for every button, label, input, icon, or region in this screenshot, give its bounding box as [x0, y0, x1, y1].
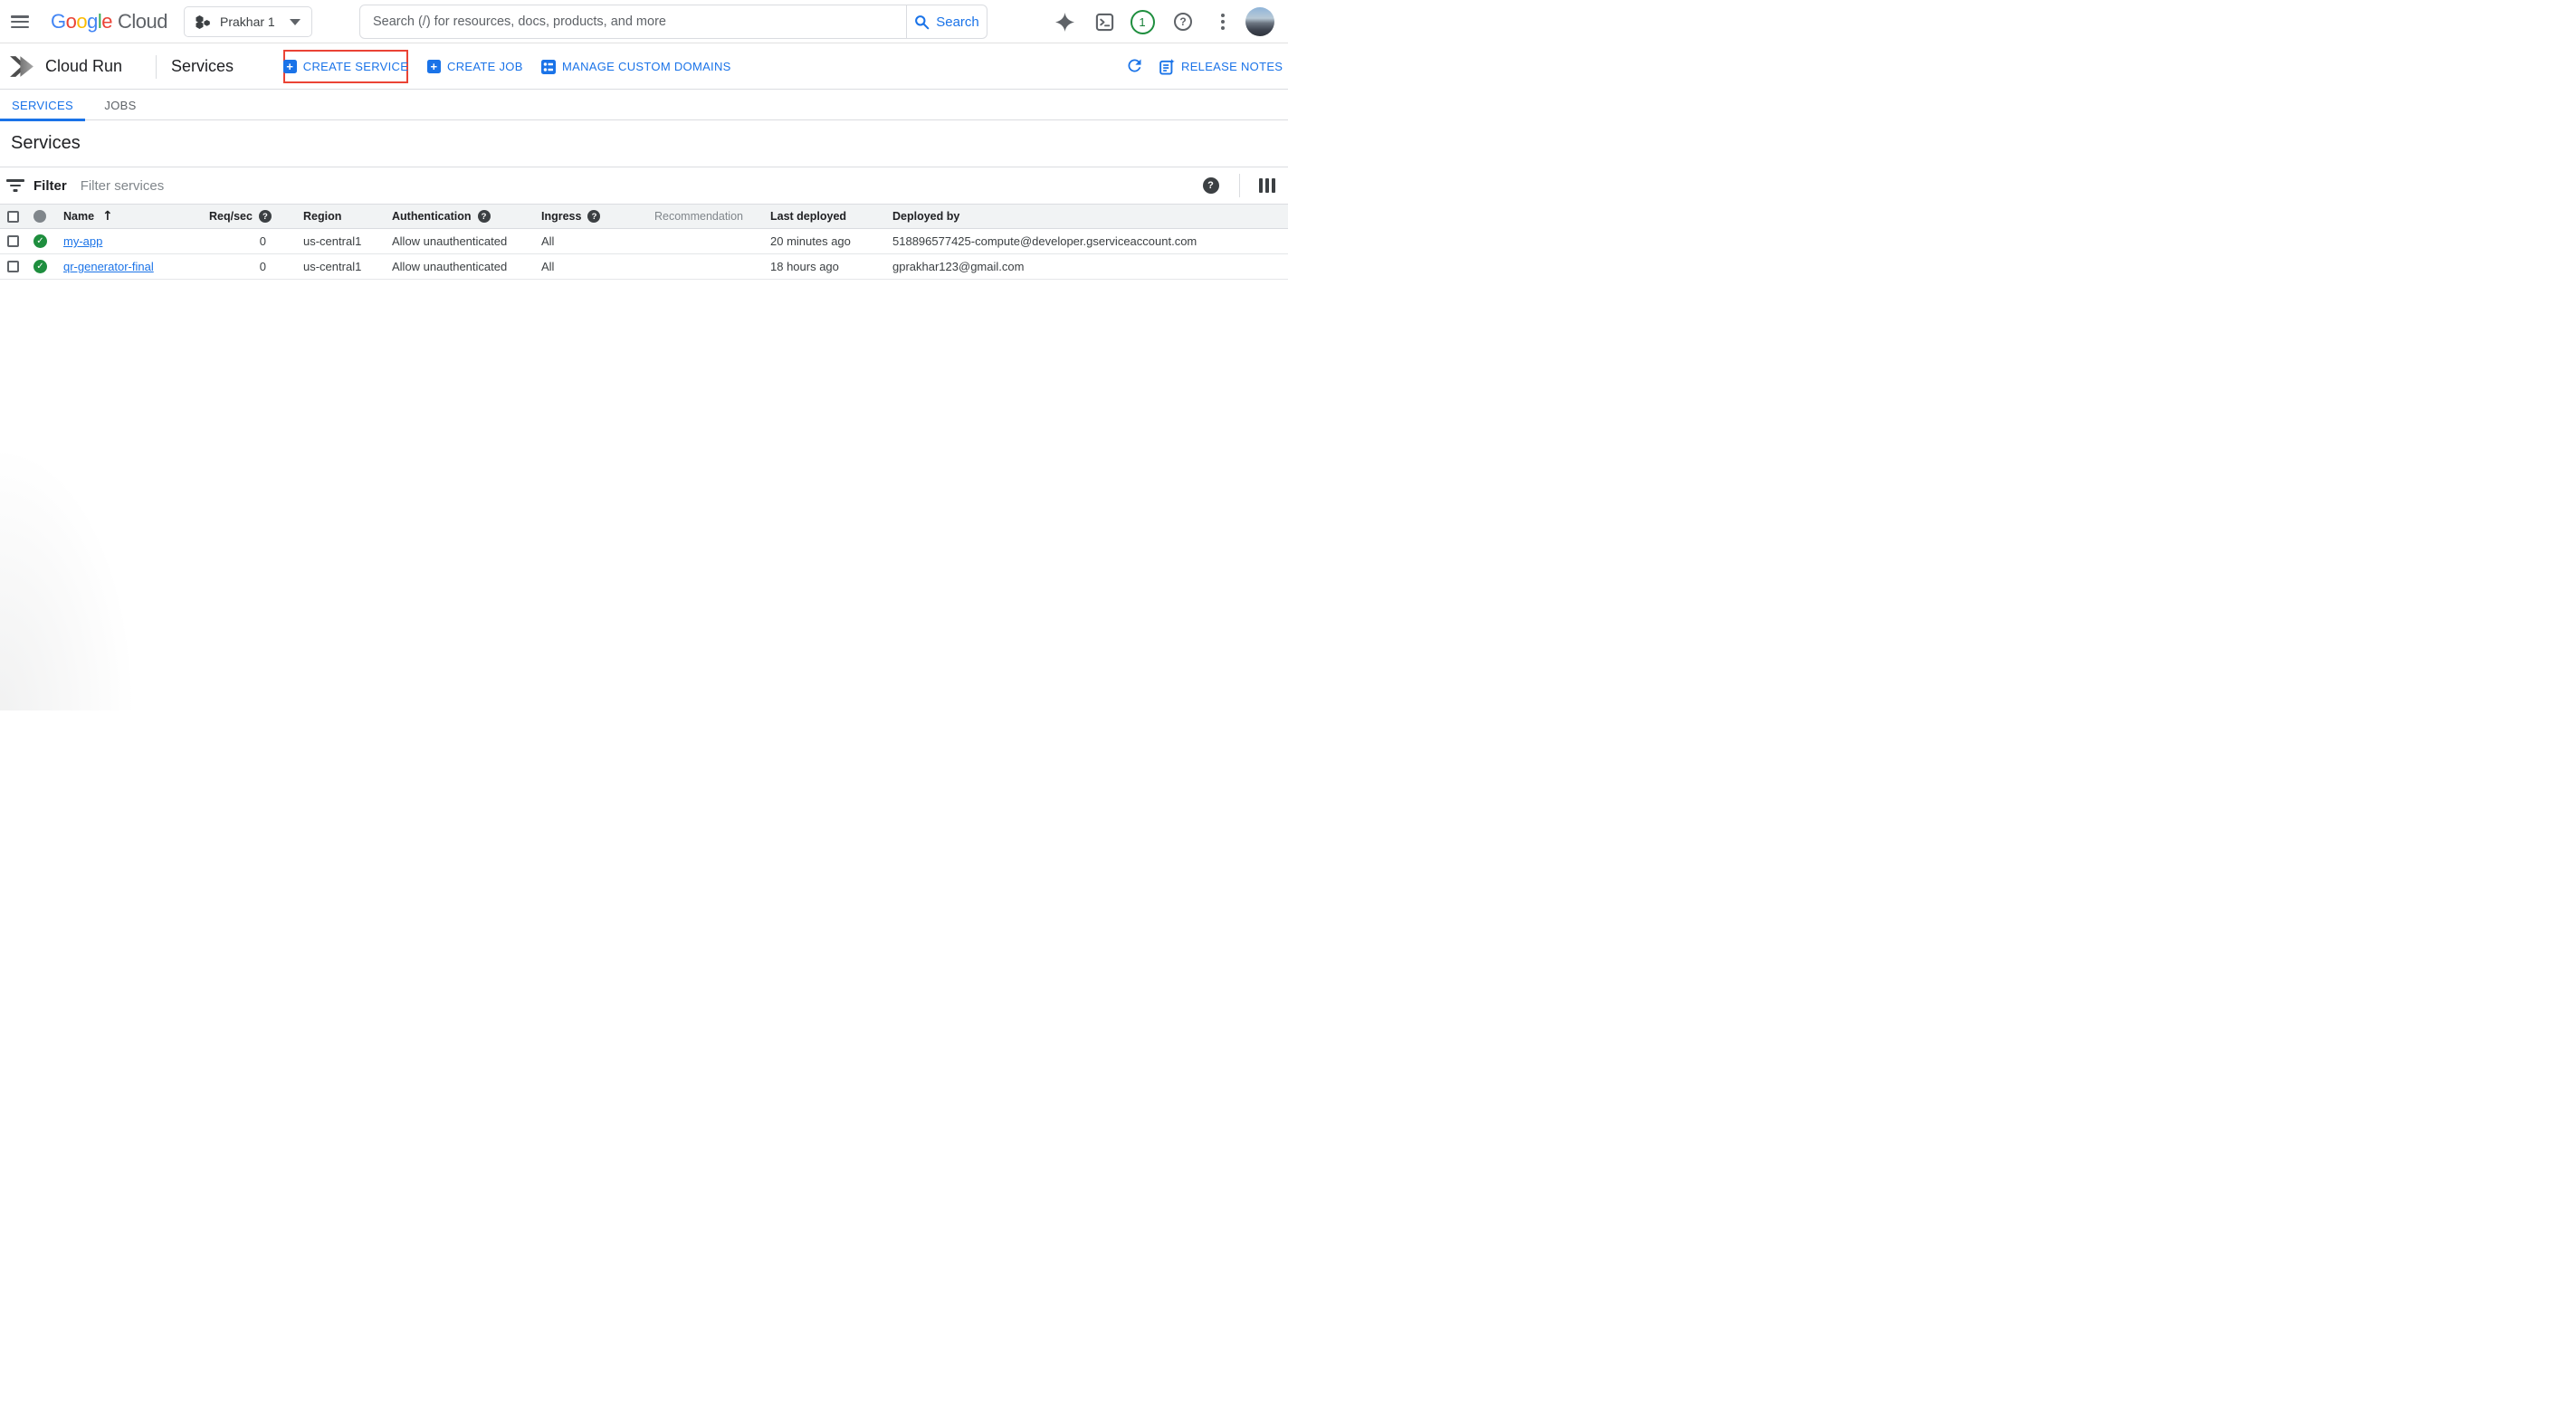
more-vert-icon	[1221, 14, 1225, 30]
column-header-req-sec: Req/sec	[209, 210, 253, 223]
ingress-value: All	[541, 260, 554, 273]
tab-bar: SERVICES JOBS	[0, 90, 1288, 120]
deployed-by-value: gprakhar123@gmail.com	[892, 260, 1024, 273]
ingress-help-icon[interactable]: ?	[587, 210, 600, 223]
notifications-button[interactable]: 1	[1130, 0, 1155, 43]
create-service-button[interactable]: + CREATE SERVICE	[283, 60, 408, 73]
account-button[interactable]	[1245, 0, 1274, 43]
column-header-deployed-by: Deployed by	[892, 210, 959, 223]
page-section-label: Services	[171, 43, 234, 90]
services-table: Name ↑ Req/sec ? Region Authentication ?…	[0, 205, 1288, 280]
product-title: Cloud Run	[45, 43, 122, 90]
service-link[interactable]: my-app	[63, 234, 102, 248]
status-ok-icon: ✓	[33, 234, 47, 248]
refresh-icon	[1125, 56, 1144, 75]
filter-bar: Filter ?	[0, 167, 1288, 205]
domains-icon	[541, 60, 556, 74]
add-box-icon: +	[427, 60, 441, 73]
authentication-value: Allow unauthenticated	[392, 260, 507, 273]
gemini-icon[interactable]	[1054, 0, 1075, 43]
column-header-region: Region	[303, 210, 341, 223]
annotation-highlight-box: + CREATE SERVICE	[283, 50, 408, 83]
row-checkbox[interactable]	[7, 261, 19, 272]
help-icon: ?	[1174, 13, 1192, 31]
last-deployed-value: 20 minutes ago	[770, 234, 851, 248]
search-bar: Search	[359, 5, 987, 39]
manage-custom-domains-label: MANAGE CUSTOM DOMAINS	[562, 60, 731, 73]
search-button-label: Search	[936, 14, 979, 30]
service-link[interactable]: qr-generator-final	[63, 260, 154, 273]
status-ok-icon: ✓	[33, 260, 47, 273]
chevron-down-icon	[290, 19, 301, 25]
req-sec-value: 0	[260, 234, 266, 248]
cloud-run-icon	[8, 52, 36, 81]
tab-services-label: SERVICES	[12, 99, 73, 112]
filter-help-icon[interactable]: ?	[1203, 177, 1219, 194]
column-header-recommendation: Recommendation	[654, 210, 743, 223]
req-sec-value: 0	[260, 260, 266, 273]
release-notes-icon	[1159, 59, 1175, 75]
google-wordmark: Google	[51, 10, 112, 33]
create-job-button[interactable]: + CREATE JOB	[427, 50, 523, 83]
refresh-button[interactable]	[1122, 55, 1146, 79]
create-job-label: CREATE JOB	[447, 60, 523, 73]
release-notes-button[interactable]: RELEASE NOTES	[1159, 50, 1283, 83]
tab-jobs-label: JOBS	[104, 99, 136, 112]
ingress-value: All	[541, 234, 554, 248]
topbar: Google Cloud Prakhar 1 Search	[0, 0, 1288, 43]
tab-services[interactable]: SERVICES	[0, 90, 85, 120]
status-column-icon	[33, 210, 46, 223]
sort-ascending-icon[interactable]: ↑	[102, 209, 113, 224]
column-display-options-icon[interactable]	[1259, 178, 1276, 193]
search-input[interactable]	[360, 5, 906, 38]
google-cloud-logo[interactable]: Google Cloud	[51, 0, 167, 43]
help-button[interactable]: ?	[1172, 0, 1194, 43]
filter-input[interactable]	[81, 178, 1203, 194]
table-row: ✓ qr-generator-final 0 us-central1 Allow…	[0, 254, 1288, 280]
tab-jobs[interactable]: JOBS	[85, 90, 156, 120]
corner-shadow	[0, 321, 154, 710]
filter-label: Filter	[33, 178, 67, 194]
app-root: Google Cloud Prakhar 1 Search	[0, 0, 1288, 710]
content-heading-row: Services	[0, 120, 1288, 167]
project-hexagons-icon	[196, 14, 211, 30]
project-name: Prakhar 1	[220, 14, 275, 29]
add-box-icon: +	[283, 60, 297, 73]
avatar	[1245, 7, 1274, 36]
project-selector[interactable]: Prakhar 1	[184, 6, 312, 37]
last-deployed-value: 18 hours ago	[770, 260, 839, 273]
cloud-shell-icon[interactable]	[1093, 0, 1115, 43]
notification-count: 1	[1139, 15, 1145, 29]
release-notes-label: RELEASE NOTES	[1181, 60, 1283, 73]
notification-badge: 1	[1131, 10, 1155, 34]
more-options-button[interactable]	[1216, 0, 1230, 43]
column-header-ingress: Ingress	[541, 210, 581, 223]
authentication-help-icon[interactable]: ?	[478, 210, 491, 223]
sparkle-icon	[1055, 13, 1074, 32]
filter-icon	[6, 179, 24, 192]
column-header-last-deployed: Last deployed	[770, 210, 846, 223]
create-service-label: CREATE SERVICE	[303, 60, 408, 73]
terminal-icon	[1095, 13, 1114, 32]
deployed-by-value: 518896577425-compute@developer.gservicea…	[892, 234, 1197, 248]
region-value: us-central1	[303, 260, 361, 273]
filter-bar-divider	[1239, 174, 1240, 197]
authentication-value: Allow unauthenticated	[392, 234, 507, 248]
page-header: Cloud Run Services + CREATE SERVICE + CR…	[0, 43, 1288, 90]
region-value: us-central1	[303, 234, 361, 248]
hamburger-menu-icon[interactable]	[11, 15, 29, 28]
req-sec-help-icon[interactable]: ?	[259, 210, 272, 223]
column-header-name[interactable]: Name	[63, 210, 94, 223]
select-all-checkbox[interactable]	[7, 211, 19, 223]
search-icon	[914, 14, 930, 30]
table-row: ✓ my-app 0 us-central1 Allow unauthentic…	[0, 229, 1288, 254]
column-header-authentication: Authentication	[392, 210, 472, 223]
manage-custom-domains-button[interactable]: MANAGE CUSTOM DOMAINS	[541, 50, 731, 83]
table-header-row: Name ↑ Req/sec ? Region Authentication ?…	[0, 205, 1288, 229]
page-title: Services	[11, 133, 81, 154]
row-checkbox[interactable]	[7, 235, 19, 247]
search-button[interactable]: Search	[907, 5, 987, 38]
header-divider	[156, 55, 157, 79]
cloud-wordmark: Cloud	[118, 10, 167, 33]
